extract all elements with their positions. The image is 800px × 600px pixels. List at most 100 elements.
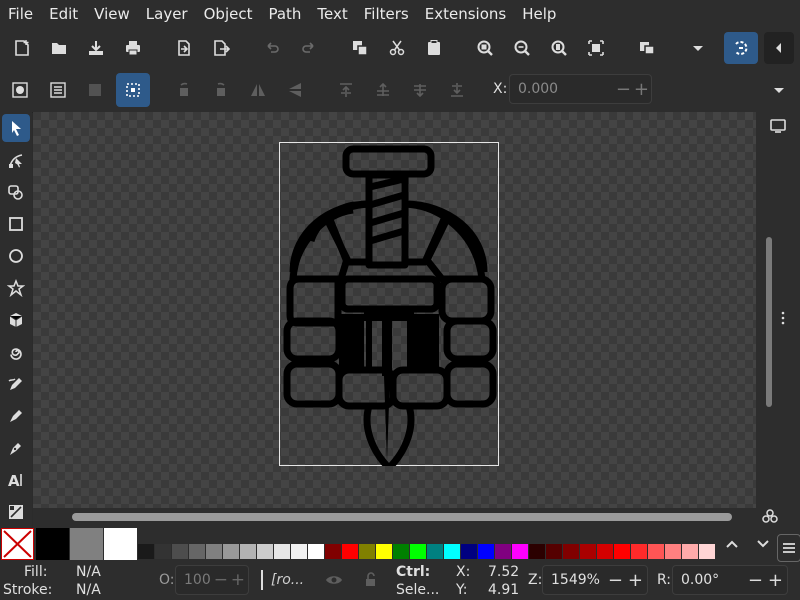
- palette-swatch[interactable]: [597, 544, 613, 559]
- menu-file[interactable]: File: [0, 0, 41, 28]
- lower-icon[interactable]: [406, 76, 434, 104]
- menu-help[interactable]: Help: [514, 0, 564, 28]
- dropdown-arrow-icon[interactable]: [684, 34, 712, 62]
- stroke-value[interactable]: N/A: [76, 582, 101, 598]
- rotate-cw-icon[interactable]: [207, 76, 235, 104]
- print-icon[interactable]: [119, 34, 147, 62]
- open-icon[interactable]: [45, 34, 73, 62]
- rotation-decrement-button[interactable]: −: [748, 570, 763, 591]
- palette-swatch-large[interactable]: [70, 528, 103, 560]
- palette-swatch[interactable]: [410, 544, 426, 559]
- palette-swatch[interactable]: [138, 544, 154, 559]
- drawing-artwork[interactable]: [279, 142, 499, 466]
- touch-select-icon[interactable]: [116, 73, 150, 107]
- select-all-icon[interactable]: [6, 76, 34, 104]
- palette-swatch[interactable]: [342, 544, 358, 559]
- palette-swatch[interactable]: [461, 544, 477, 559]
- palette-swatch[interactable]: [631, 544, 647, 559]
- palette-swatch[interactable]: [529, 544, 545, 559]
- paste-icon[interactable]: [420, 34, 448, 62]
- zoom-selection-icon[interactable]: [471, 34, 499, 62]
- 3d-box-tool-icon[interactable]: [2, 306, 30, 334]
- palette-swatch[interactable]: [325, 544, 341, 559]
- canvas[interactable]: [33, 112, 756, 508]
- export-icon[interactable]: [207, 34, 235, 62]
- import-icon[interactable]: [170, 34, 198, 62]
- flip-horizontal-icon[interactable]: [244, 76, 272, 104]
- vertical-scrollbar[interactable]: [766, 237, 772, 407]
- menu-view[interactable]: View: [86, 0, 138, 28]
- flip-vertical-icon[interactable]: [281, 76, 309, 104]
- palette-swatch[interactable]: [257, 544, 273, 559]
- opacity-decrement-button[interactable]: −: [214, 570, 228, 590]
- zoom-page-icon[interactable]: [545, 34, 573, 62]
- x-increment-button[interactable]: +: [634, 79, 649, 100]
- menu-object[interactable]: Object: [196, 0, 261, 28]
- palette-swatch[interactable]: [495, 544, 511, 559]
- palette-swatch[interactable]: [376, 544, 392, 559]
- menu-layer[interactable]: Layer: [138, 0, 196, 28]
- palette-swatch[interactable]: [274, 544, 290, 559]
- x-decrement-button[interactable]: −: [616, 79, 631, 100]
- menu-text[interactable]: Text: [309, 0, 355, 28]
- palette-swatch[interactable]: [478, 544, 494, 559]
- snap-options-icon[interactable]: [756, 502, 784, 530]
- current-layer[interactable]: [ro...: [271, 572, 304, 588]
- lower-to-bottom-icon[interactable]: [443, 76, 471, 104]
- palette-menu-icon[interactable]: [777, 534, 800, 562]
- palette-swatch[interactable]: [308, 544, 324, 559]
- raise-to-top-icon[interactable]: [332, 76, 360, 104]
- zoom-decrement-button[interactable]: −: [608, 570, 623, 591]
- palette-scroll-down-icon[interactable]: [749, 530, 777, 558]
- undo-icon[interactable]: [258, 34, 286, 62]
- selector-tool-icon[interactable]: [2, 114, 30, 142]
- text-tool-icon[interactable]: A: [2, 466, 30, 494]
- spiral-tool-icon[interactable]: [2, 338, 30, 366]
- pencil-tool-icon[interactable]: [2, 370, 30, 398]
- palette-swatch[interactable]: [563, 544, 579, 559]
- palette-swatch-large[interactable]: [104, 528, 137, 560]
- rectangle-tool-icon[interactable]: [2, 210, 30, 238]
- palette-swatch[interactable]: [291, 544, 307, 559]
- cut-icon[interactable]: [383, 34, 411, 62]
- rotation-increment-button[interactable]: +: [768, 570, 783, 591]
- star-tool-icon[interactable]: [2, 274, 30, 302]
- palette-swatch[interactable]: [206, 544, 222, 559]
- palette-swatch[interactable]: [699, 544, 715, 559]
- snap-toggle-icon[interactable]: [724, 32, 758, 64]
- menu-filters[interactable]: Filters: [356, 0, 417, 28]
- zoom-increment-button[interactable]: +: [628, 570, 643, 591]
- palette-swatch[interactable]: [648, 544, 664, 559]
- rotation-input[interactable]: 0.00° − +: [672, 565, 788, 595]
- palette-swatch[interactable]: [580, 544, 596, 559]
- redo-icon[interactable]: [295, 34, 323, 62]
- menu-edit[interactable]: Edit: [41, 0, 86, 28]
- x-input[interactable]: 0.000 − +: [509, 74, 652, 104]
- palette-swatch[interactable]: [240, 544, 256, 559]
- palette-swatch[interactable]: [444, 544, 460, 559]
- palette-swatch[interactable]: [614, 544, 630, 559]
- zoom-input[interactable]: 1549% − +: [542, 565, 648, 595]
- opacity-increment-button[interactable]: +: [231, 570, 245, 590]
- ellipse-tool-icon[interactable]: [2, 242, 30, 270]
- calligraphy-tool-icon[interactable]: [2, 434, 30, 462]
- palette-swatch[interactable]: [359, 544, 375, 559]
- rotate-ccw-icon[interactable]: [170, 76, 198, 104]
- layer-lock-icon[interactable]: [356, 566, 384, 594]
- node-tool-icon[interactable]: [2, 146, 30, 174]
- no-paint-swatch[interactable]: [1, 528, 34, 560]
- collapse-panel-icon[interactable]: [764, 32, 794, 64]
- menu-path[interactable]: Path: [260, 0, 309, 28]
- overflow-dropdown-icon[interactable]: [765, 76, 793, 104]
- opacity-input[interactable]: 100 − +: [175, 565, 249, 595]
- clone-icon[interactable]: [633, 34, 661, 62]
- palette-swatch[interactable]: [189, 544, 205, 559]
- palette-swatch[interactable]: [512, 544, 528, 559]
- tweak-tool-icon[interactable]: [2, 178, 30, 206]
- palette-swatch[interactable]: [682, 544, 698, 559]
- palette-swatch[interactable]: [172, 544, 188, 559]
- duplicate-icon[interactable]: [346, 34, 374, 62]
- dock-menu-icon[interactable]: [776, 304, 790, 332]
- save-icon[interactable]: [82, 34, 110, 62]
- pen-tool-icon[interactable]: [2, 402, 30, 430]
